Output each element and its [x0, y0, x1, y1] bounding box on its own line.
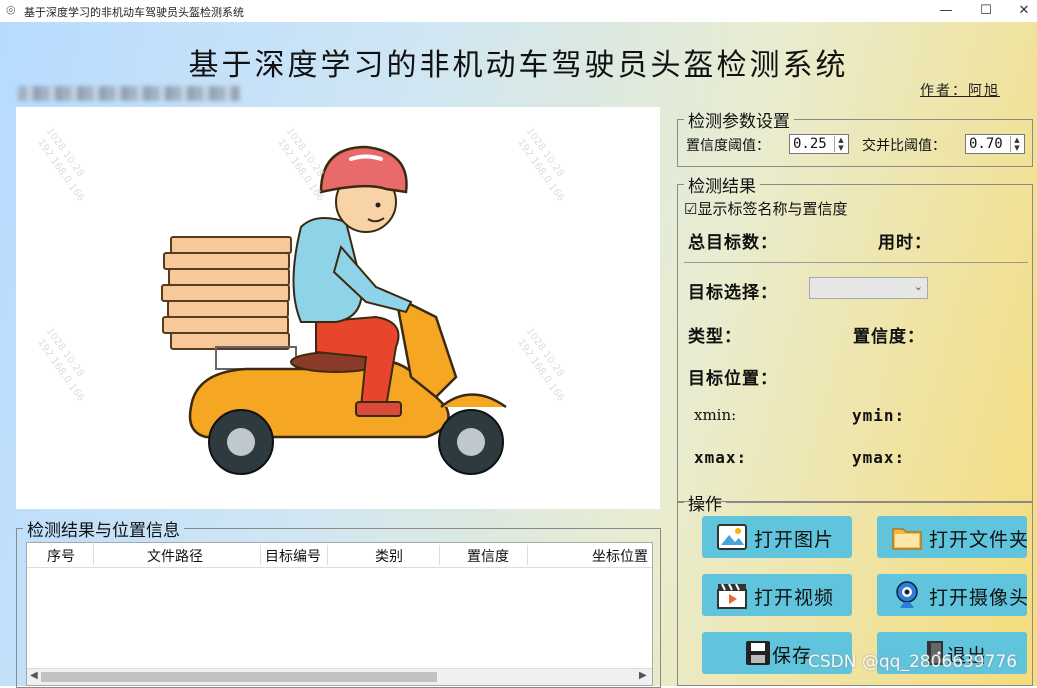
type-label: 类型：: [688, 327, 742, 347]
total-targets-label: 总目标数：: [688, 233, 778, 253]
chevron-down-icon: ⌄: [913, 280, 923, 293]
webcam-icon: [896, 581, 918, 608]
video-clapper-icon: [717, 583, 747, 609]
open-camera-button[interactable]: 打开摄像头: [877, 574, 1028, 616]
params-legend: 检测参数设置: [688, 112, 790, 132]
open-video-button[interactable]: 打开视频: [702, 574, 852, 616]
xmin-label: xmin:: [694, 406, 737, 424]
column-header[interactable]: 类别: [375, 546, 403, 566]
position-label: 目标位置：: [688, 369, 778, 389]
results-table[interactable]: 序号 文件路径 目标编号 类别 置信度 坐标位置 ◀ ▶: [26, 542, 653, 686]
confidence-label: 置信度：: [853, 327, 925, 347]
divider: [684, 262, 1028, 263]
spin-up-icon: ▲: [838, 136, 844, 144]
blurred-text: [18, 86, 240, 101]
iou-threshold-label: 交并比阈值：: [862, 138, 946, 154]
helmet-icon: [319, 145, 408, 194]
spin-up-icon: ▲: [1014, 136, 1020, 144]
time-label: 用时：: [878, 233, 932, 253]
column-header[interactable]: 置信度: [467, 546, 509, 566]
image-icon: [717, 524, 747, 550]
window-title: 基于深度学习的非机动车驾驶员头盔检测系统: [24, 6, 244, 19]
column-header[interactable]: 目标编号: [265, 546, 321, 566]
ymin-label: ymin:: [852, 406, 906, 425]
iou-threshold-spinbox[interactable]: 0.70 ▲ ▼: [965, 134, 1025, 154]
column-header[interactable]: 坐标位置: [592, 546, 648, 566]
window-titlebar: ◎ 基于深度学习的非机动车驾驶员头盔检测系统 — ☐ ✕: [0, 0, 1037, 22]
pizza-boxes: [161, 236, 292, 350]
target-select-label: 目标选择：: [688, 283, 778, 303]
conf-threshold-spinbox[interactable]: 0.25 ▲ ▼: [789, 134, 849, 154]
app-icon: ◎: [6, 3, 16, 16]
table-header: 序号 文件路径 目标编号 类别 置信度 坐标位置: [27, 543, 652, 568]
maximize-button[interactable]: ☐: [966, 2, 1006, 20]
results-legend: 检测结果: [688, 177, 756, 197]
target-select-dropdown[interactable]: ⌄: [809, 277, 928, 299]
folder-icon: [892, 528, 922, 550]
floppy-disk-icon: [746, 641, 770, 665]
author-label: 作者：阿旭: [920, 83, 1000, 99]
open-folder-button[interactable]: 打开文件夹: [877, 516, 1028, 558]
scooter-rider-illustration: [161, 145, 507, 475]
page-title: 基于深度学习的非机动车驾驶员头盔检测系统: [188, 48, 849, 83]
image-display: 1028 10:28 192.168.0.166 1028 10:28 192.…: [16, 107, 660, 509]
minimize-button[interactable]: —: [926, 2, 966, 20]
close-button[interactable]: ✕: [1004, 2, 1037, 20]
spin-down-icon: ▼: [838, 144, 844, 152]
horizontal-scrollbar[interactable]: ◀ ▶: [27, 668, 652, 685]
main-window: 基于深度学习的非机动车驾驶员头盔检测系统 作者：阿旭 1028 10:28 19…: [0, 22, 1037, 688]
ymax-label: ymax:: [852, 448, 906, 467]
scrollbar-thumb[interactable]: [41, 672, 437, 682]
scroll-left-icon[interactable]: ◀: [30, 670, 38, 681]
scroll-right-icon[interactable]: ▶: [639, 670, 647, 681]
xmax-label: xmax:: [694, 448, 748, 467]
spin-down-icon: ▼: [1014, 144, 1020, 152]
show-label-checkbox[interactable]: ☑显示标签名称与置信度: [684, 198, 847, 219]
column-header[interactable]: 文件路径: [147, 546, 203, 566]
column-header[interactable]: 序号: [47, 546, 75, 566]
csdn-watermark: CSDN @qq_2806639776: [808, 652, 1018, 672]
conf-threshold-label: 置信度阈值：: [686, 138, 770, 154]
table-legend: 检测结果与位置信息: [27, 521, 180, 541]
open-image-button[interactable]: 打开图片: [702, 516, 852, 558]
operations-legend: 操作: [688, 495, 722, 515]
